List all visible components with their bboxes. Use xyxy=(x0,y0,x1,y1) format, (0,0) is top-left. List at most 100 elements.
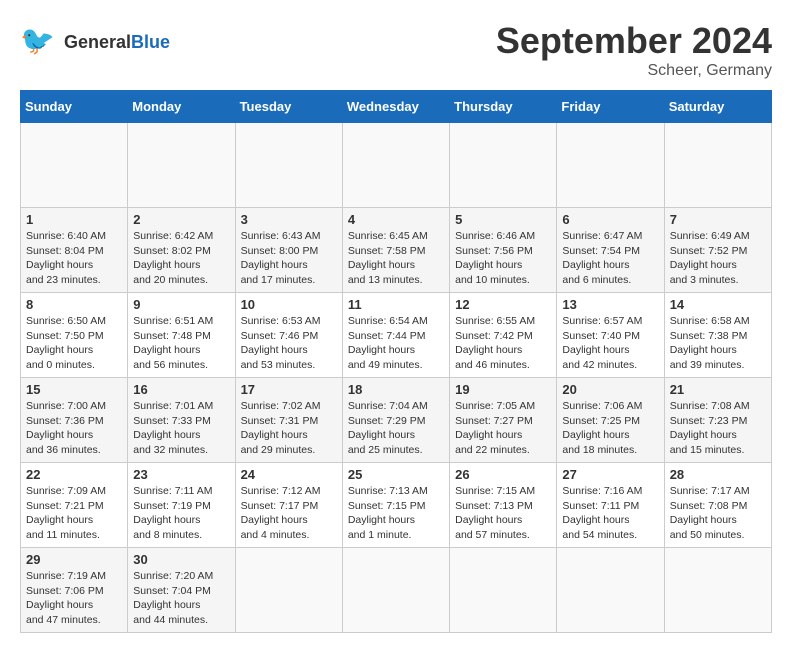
sunset-info: Sunset: 7:29 PM xyxy=(348,415,426,427)
daylight-and-minutes: and 25 minutes. xyxy=(348,444,423,456)
sunset-info: Sunset: 7:31 PM xyxy=(241,415,319,427)
sunrise-info: Sunrise: 6:49 AM xyxy=(670,230,750,242)
daylight-hours-label: Daylight hours xyxy=(348,429,415,441)
sunrise-info: Sunrise: 7:16 AM xyxy=(562,485,642,497)
sunrise-info: Sunrise: 7:11 AM xyxy=(133,485,212,497)
sunrise-info: Sunrise: 6:45 AM xyxy=(348,230,428,242)
calendar-cell: 7 Sunrise: 6:49 AM Sunset: 7:52 PM Dayli… xyxy=(664,208,771,293)
sunrise-info: Sunrise: 7:08 AM xyxy=(670,400,750,412)
title-section: September 2024 Scheer, Germany xyxy=(496,20,772,80)
daylight-and-minutes: and 54 minutes. xyxy=(562,529,637,541)
day-info: Sunrise: 6:51 AM Sunset: 7:48 PM Dayligh… xyxy=(133,314,229,373)
sunset-info: Sunset: 7:52 PM xyxy=(670,245,748,257)
sunset-info: Sunset: 7:11 PM xyxy=(562,500,639,512)
calendar-cell xyxy=(557,123,664,208)
day-info: Sunrise: 7:11 AM Sunset: 7:19 PM Dayligh… xyxy=(133,484,229,543)
daylight-and-minutes: and 17 minutes. xyxy=(241,274,316,286)
sunset-info: Sunset: 7:13 PM xyxy=(455,500,533,512)
day-number: 19 xyxy=(455,382,551,397)
daylight-and-minutes: and 49 minutes. xyxy=(348,359,423,371)
daylight-hours-label: Daylight hours xyxy=(133,429,200,441)
calendar-cell xyxy=(342,123,449,208)
daylight-and-minutes: and 50 minutes. xyxy=(670,529,745,541)
sunset-info: Sunset: 7:23 PM xyxy=(670,415,748,427)
sunrise-info: Sunrise: 7:05 AM xyxy=(455,400,535,412)
calendar-cell: 20 Sunrise: 7:06 AM Sunset: 7:25 PM Dayl… xyxy=(557,378,664,463)
day-number: 20 xyxy=(562,382,658,397)
sunset-info: Sunset: 8:00 PM xyxy=(241,245,319,257)
sunrise-info: Sunrise: 7:02 AM xyxy=(241,400,321,412)
calendar-cell: 15 Sunrise: 7:00 AM Sunset: 7:36 PM Dayl… xyxy=(21,378,128,463)
calendar-cell: 22 Sunrise: 7:09 AM Sunset: 7:21 PM Dayl… xyxy=(21,463,128,548)
daylight-and-minutes: and 53 minutes. xyxy=(241,359,316,371)
sunrise-info: Sunrise: 7:06 AM xyxy=(562,400,642,412)
sunrise-info: Sunrise: 7:09 AM xyxy=(26,485,106,497)
day-info: Sunrise: 6:57 AM Sunset: 7:40 PM Dayligh… xyxy=(562,314,658,373)
sunset-info: Sunset: 7:15 PM xyxy=(348,500,426,512)
calendar-cell: 3 Sunrise: 6:43 AM Sunset: 8:00 PM Dayli… xyxy=(235,208,342,293)
daylight-hours-label: Daylight hours xyxy=(241,344,308,356)
day-info: Sunrise: 6:46 AM Sunset: 7:56 PM Dayligh… xyxy=(455,229,551,288)
calendar-cell: 10 Sunrise: 6:53 AM Sunset: 7:46 PM Dayl… xyxy=(235,293,342,378)
daylight-and-minutes: and 11 minutes. xyxy=(26,529,100,541)
day-number: 18 xyxy=(348,382,444,397)
sunset-info: Sunset: 7:25 PM xyxy=(562,415,640,427)
day-number: 22 xyxy=(26,467,122,482)
calendar-cell: 4 Sunrise: 6:45 AM Sunset: 7:58 PM Dayli… xyxy=(342,208,449,293)
daylight-and-minutes: and 1 minute. xyxy=(348,529,412,541)
day-number: 7 xyxy=(670,212,766,227)
daylight-and-minutes: and 4 minutes. xyxy=(241,529,310,541)
sunrise-info: Sunrise: 6:51 AM xyxy=(133,315,213,327)
daylight-and-minutes: and 56 minutes. xyxy=(133,359,208,371)
calendar-cell xyxy=(235,548,342,633)
calendar-cell: 5 Sunrise: 6:46 AM Sunset: 7:56 PM Dayli… xyxy=(450,208,557,293)
day-number: 16 xyxy=(133,382,229,397)
sunrise-info: Sunrise: 6:43 AM xyxy=(241,230,321,242)
day-number: 29 xyxy=(26,552,122,567)
calendar-cell: 29 Sunrise: 7:19 AM Sunset: 7:06 PM Dayl… xyxy=(21,548,128,633)
calendar-cell: 28 Sunrise: 7:17 AM Sunset: 7:08 PM Dayl… xyxy=(664,463,771,548)
sunset-info: Sunset: 7:27 PM xyxy=(455,415,533,427)
sunrise-info: Sunrise: 6:42 AM xyxy=(133,230,213,242)
day-info: Sunrise: 7:05 AM Sunset: 7:27 PM Dayligh… xyxy=(455,399,551,458)
sunrise-info: Sunrise: 6:46 AM xyxy=(455,230,535,242)
daylight-and-minutes: and 29 minutes. xyxy=(241,444,316,456)
daylight-and-minutes: and 39 minutes. xyxy=(670,359,745,371)
sunset-info: Sunset: 7:17 PM xyxy=(241,500,319,512)
day-number: 8 xyxy=(26,297,122,312)
day-number: 10 xyxy=(241,297,337,312)
location-title: Scheer, Germany xyxy=(496,62,772,80)
sunrise-info: Sunrise: 7:13 AM xyxy=(348,485,428,497)
daylight-hours-label: Daylight hours xyxy=(455,259,522,271)
daylight-and-minutes: and 6 minutes. xyxy=(562,274,631,286)
calendar-cell xyxy=(450,548,557,633)
week-row-1: 1 Sunrise: 6:40 AM Sunset: 8:04 PM Dayli… xyxy=(21,208,772,293)
daylight-and-minutes: and 22 minutes. xyxy=(455,444,530,456)
day-info: Sunrise: 7:06 AM Sunset: 7:25 PM Dayligh… xyxy=(562,399,658,458)
daylight-hours-label: Daylight hours xyxy=(455,344,522,356)
day-info: Sunrise: 7:09 AM Sunset: 7:21 PM Dayligh… xyxy=(26,484,122,543)
day-info: Sunrise: 6:40 AM Sunset: 8:04 PM Dayligh… xyxy=(26,229,122,288)
day-info: Sunrise: 6:54 AM Sunset: 7:44 PM Dayligh… xyxy=(348,314,444,373)
day-info: Sunrise: 7:19 AM Sunset: 7:06 PM Dayligh… xyxy=(26,569,122,628)
day-number: 26 xyxy=(455,467,551,482)
calendar-cell: 27 Sunrise: 7:16 AM Sunset: 7:11 PM Dayl… xyxy=(557,463,664,548)
day-number: 13 xyxy=(562,297,658,312)
day-info: Sunrise: 6:42 AM Sunset: 8:02 PM Dayligh… xyxy=(133,229,229,288)
daylight-hours-label: Daylight hours xyxy=(562,429,629,441)
calendar-cell: 13 Sunrise: 6:57 AM Sunset: 7:40 PM Dayl… xyxy=(557,293,664,378)
daylight-hours-label: Daylight hours xyxy=(562,344,629,356)
sunset-info: Sunset: 7:46 PM xyxy=(241,330,319,342)
sunset-info: Sunset: 7:56 PM xyxy=(455,245,533,257)
sunset-info: Sunset: 7:48 PM xyxy=(133,330,211,342)
day-number: 25 xyxy=(348,467,444,482)
daylight-hours-label: Daylight hours xyxy=(26,514,93,526)
sunrise-info: Sunrise: 7:01 AM xyxy=(133,400,213,412)
day-number: 14 xyxy=(670,297,766,312)
day-number: 1 xyxy=(26,212,122,227)
calendar-cell: 26 Sunrise: 7:15 AM Sunset: 7:13 PM Dayl… xyxy=(450,463,557,548)
day-info: Sunrise: 7:08 AM Sunset: 7:23 PM Dayligh… xyxy=(670,399,766,458)
day-info: Sunrise: 6:53 AM Sunset: 7:46 PM Dayligh… xyxy=(241,314,337,373)
logo-icon: 🐦 xyxy=(20,20,60,65)
sunrise-info: Sunrise: 6:54 AM xyxy=(348,315,428,327)
